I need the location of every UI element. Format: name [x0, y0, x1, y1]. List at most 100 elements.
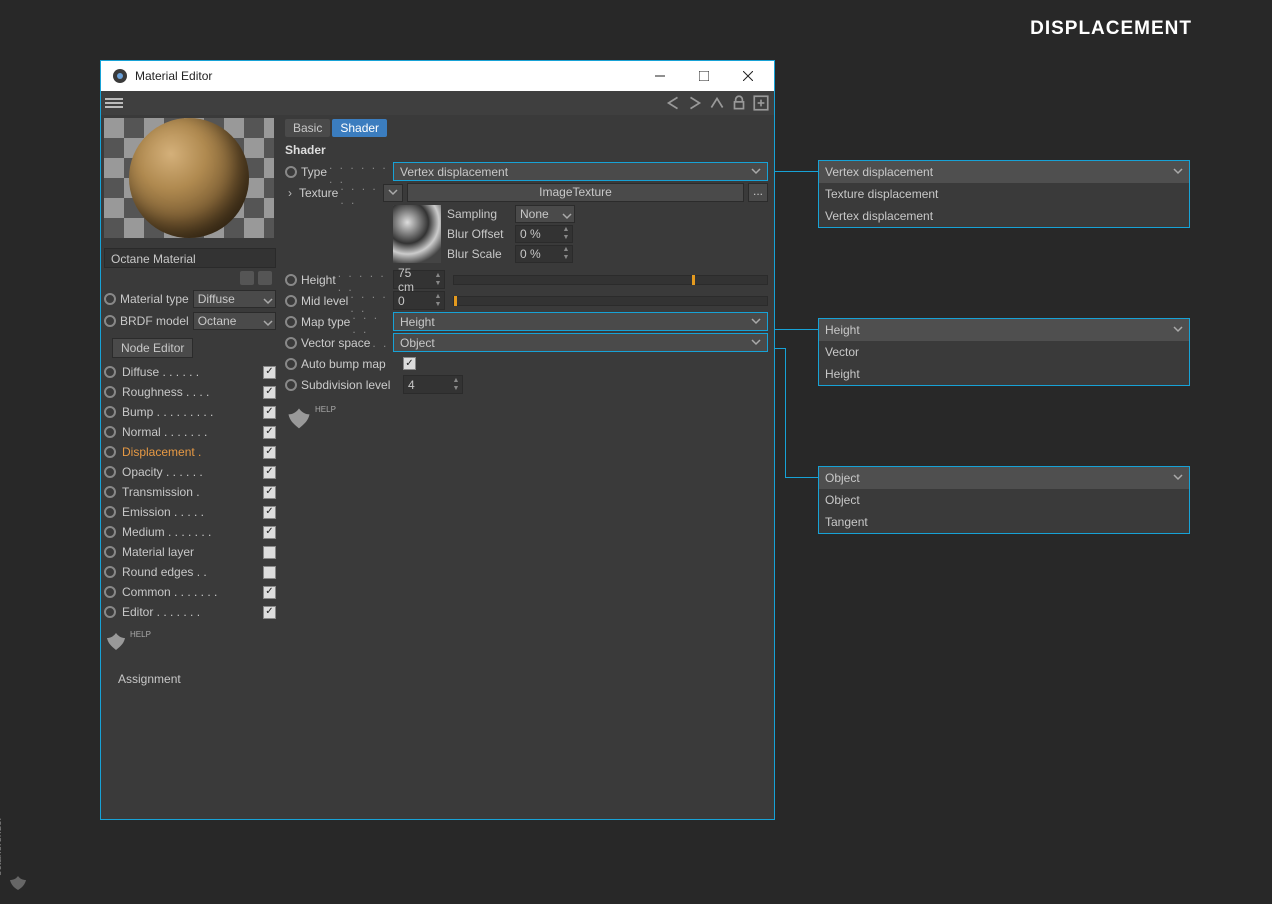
- radio-icon[interactable]: [285, 295, 297, 307]
- help-icon[interactable]: HELP: [285, 405, 768, 433]
- new-window-icon[interactable]: [752, 94, 770, 112]
- radio-icon[interactable]: [285, 316, 297, 328]
- material-name-field[interactable]: Octane Material: [104, 248, 276, 268]
- maximize-button[interactable]: [682, 61, 726, 91]
- channel-checkbox[interactable]: [263, 506, 276, 519]
- window-titlebar[interactable]: Material Editor: [101, 61, 774, 91]
- vector-space-select[interactable]: Object: [393, 333, 768, 352]
- channel-checkbox[interactable]: [263, 366, 276, 379]
- radio-icon[interactable]: [104, 426, 116, 438]
- channel-label: Bump . . . . . . . . .: [122, 405, 257, 419]
- radio-icon[interactable]: [285, 274, 297, 286]
- dropdown-item[interactable]: Tangent: [819, 511, 1189, 533]
- dropdown-header[interactable]: Object: [819, 467, 1189, 489]
- channel-row[interactable]: Editor . . . . . . .: [104, 602, 276, 622]
- lock-icon[interactable]: [730, 94, 748, 112]
- texture-dropdown-icon[interactable]: [383, 184, 403, 202]
- channel-row[interactable]: Diffuse . . . . . .: [104, 362, 276, 382]
- tab-shader[interactable]: Shader: [332, 119, 387, 137]
- dropdown-item[interactable]: Vertex displacement: [819, 205, 1189, 227]
- dropdown-item[interactable]: Height: [819, 363, 1189, 385]
- blur-offset-input[interactable]: 0 %▲▼: [515, 225, 573, 243]
- image-texture-button[interactable]: ImageTexture: [407, 183, 744, 202]
- help-icon[interactable]: HELP: [104, 630, 276, 654]
- mid-slider[interactable]: [453, 296, 768, 306]
- radio-icon[interactable]: [104, 506, 116, 518]
- radio-icon[interactable]: [104, 293, 116, 305]
- channel-checkbox[interactable]: [263, 606, 276, 619]
- material-preview[interactable]: [104, 118, 274, 238]
- hamburger-menu-icon[interactable]: [105, 96, 123, 110]
- assignment-label[interactable]: Assignment: [104, 672, 276, 686]
- radio-icon[interactable]: [285, 337, 297, 349]
- editor-toolbar: [101, 91, 774, 115]
- radio-icon[interactable]: [104, 315, 116, 327]
- radio-icon[interactable]: [104, 586, 116, 598]
- dropdown-item[interactable]: Vector: [819, 341, 1189, 363]
- mid-input[interactable]: 0▲▼: [393, 291, 445, 310]
- channel-checkbox[interactable]: [263, 546, 276, 559]
- channel-row[interactable]: Normal . . . . . . .: [104, 422, 276, 442]
- channel-row[interactable]: Medium . . . . . . .: [104, 522, 276, 542]
- radio-icon[interactable]: [285, 379, 297, 391]
- radio-icon[interactable]: [285, 166, 297, 178]
- channel-label: Editor . . . . . . .: [122, 605, 257, 619]
- channel-row[interactable]: Transmission .: [104, 482, 276, 502]
- channel-checkbox[interactable]: [263, 486, 276, 499]
- minimize-button[interactable]: [638, 61, 682, 91]
- map-type-select[interactable]: Height: [393, 312, 768, 331]
- channel-checkbox[interactable]: [263, 426, 276, 439]
- radio-icon[interactable]: [104, 466, 116, 478]
- channel-row[interactable]: Opacity . . . . . .: [104, 462, 276, 482]
- blur-scale-input[interactable]: 0 %▲▼: [515, 245, 573, 263]
- radio-icon[interactable]: [104, 386, 116, 398]
- brdf-select[interactable]: Octane: [193, 312, 276, 330]
- radio-icon[interactable]: [285, 358, 297, 370]
- dropdown-item[interactable]: Object: [819, 489, 1189, 511]
- channel-row[interactable]: Material layer: [104, 542, 276, 562]
- channel-checkbox[interactable]: [263, 466, 276, 479]
- radio-icon[interactable]: [104, 446, 116, 458]
- expand-caret-icon[interactable]: ›: [285, 186, 295, 200]
- channel-row[interactable]: Bump . . . . . . . . .: [104, 402, 276, 422]
- radio-icon[interactable]: [104, 606, 116, 618]
- auto-bump-checkbox[interactable]: [403, 357, 416, 370]
- sampling-select[interactable]: None: [515, 205, 575, 223]
- back-arrow-icon[interactable]: [664, 94, 682, 112]
- radio-icon[interactable]: [104, 546, 116, 558]
- dropdown-item[interactable]: Texture displacement: [819, 183, 1189, 205]
- channel-checkbox[interactable]: [263, 526, 276, 539]
- channel-row[interactable]: Common . . . . . . .: [104, 582, 276, 602]
- channel-row[interactable]: Displacement .: [104, 442, 276, 462]
- radio-icon[interactable]: [104, 566, 116, 578]
- radio-icon[interactable]: [104, 366, 116, 378]
- radio-icon[interactable]: [104, 486, 116, 498]
- channel-row[interactable]: Round edges . .: [104, 562, 276, 582]
- channel-checkbox[interactable]: [263, 386, 276, 399]
- close-button[interactable]: [726, 61, 770, 91]
- channel-row[interactable]: Emission . . . . .: [104, 502, 276, 522]
- dropdown-header[interactable]: Vertex displacement: [819, 161, 1189, 183]
- type-select[interactable]: Vertex displacement: [393, 162, 768, 181]
- forward-arrow-icon[interactable]: [686, 94, 704, 112]
- radio-icon[interactable]: [104, 406, 116, 418]
- height-slider[interactable]: [453, 275, 768, 285]
- preset-left-icon[interactable]: [240, 271, 254, 285]
- dropdown-header[interactable]: Height: [819, 319, 1189, 341]
- connector-line: [785, 348, 786, 477]
- up-arrow-icon[interactable]: [708, 94, 726, 112]
- channel-checkbox[interactable]: [263, 566, 276, 579]
- material-type-select[interactable]: Diffuse: [193, 290, 276, 308]
- node-editor-button[interactable]: Node Editor: [112, 338, 193, 358]
- browse-button[interactable]: ...: [748, 183, 768, 202]
- channel-checkbox[interactable]: [263, 586, 276, 599]
- radio-icon[interactable]: [104, 526, 116, 538]
- preset-right-icon[interactable]: [258, 271, 272, 285]
- tab-basic[interactable]: Basic: [285, 119, 330, 137]
- texture-thumbnail[interactable]: [393, 205, 441, 263]
- subdiv-input[interactable]: 4▲▼: [403, 375, 463, 394]
- channel-checkbox[interactable]: [263, 406, 276, 419]
- channel-row[interactable]: Roughness . . . .: [104, 382, 276, 402]
- channel-checkbox[interactable]: [263, 446, 276, 459]
- height-input[interactable]: 75 cm▲▼: [393, 270, 445, 289]
